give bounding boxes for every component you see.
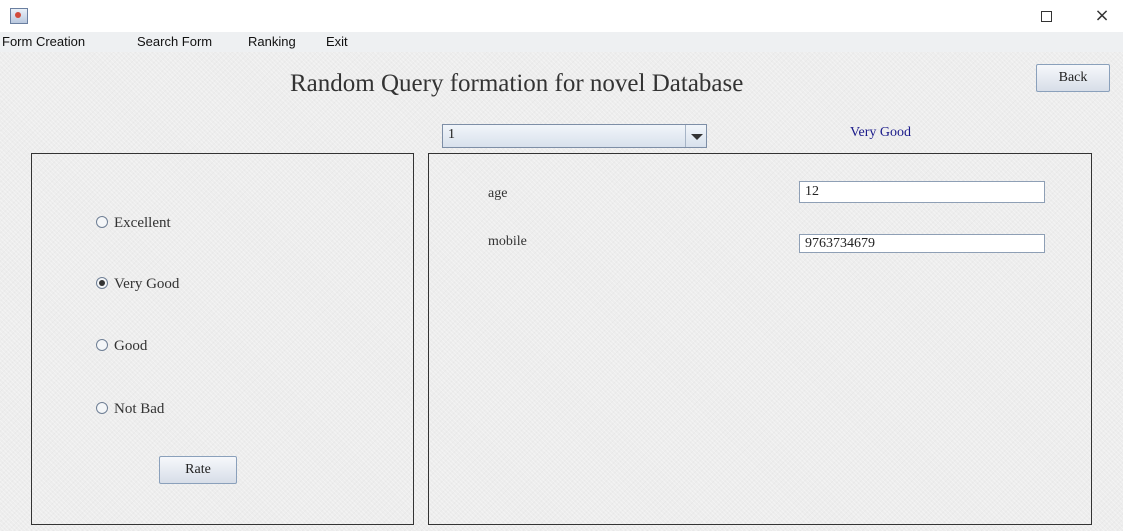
close-icon[interactable]: × bbox=[1091, 6, 1113, 26]
mobile-label: mobile bbox=[488, 234, 527, 249]
page-title: Random Query formation for novel Databas… bbox=[290, 70, 744, 97]
maximize-icon[interactable] bbox=[1035, 6, 1057, 26]
age-field[interactable] bbox=[799, 181, 1045, 203]
age-label: age bbox=[488, 186, 508, 201]
menu-ranking[interactable]: Ranking bbox=[248, 34, 296, 49]
menu-form-creation[interactable]: Form Creation bbox=[2, 34, 85, 49]
menu-search-form[interactable]: Search Form bbox=[137, 34, 212, 49]
radio-label: Good bbox=[114, 338, 148, 354]
title-bar: × bbox=[0, 0, 1123, 33]
radio-excellent[interactable]: Excellent bbox=[96, 215, 171, 232]
menu-bar: Form Creation Search Form Ranking Exit bbox=[0, 32, 1123, 52]
form-panel: age mobile bbox=[428, 153, 1092, 525]
record-select-dropdown[interactable]: 1 bbox=[442, 124, 707, 148]
radio-not-bad[interactable]: Not Bad bbox=[96, 401, 164, 418]
radio-label: Not Bad bbox=[114, 401, 165, 417]
radio-circle-icon[interactable] bbox=[96, 339, 108, 351]
mobile-field[interactable] bbox=[799, 234, 1045, 253]
rate-button[interactable]: Rate bbox=[159, 456, 237, 484]
radio-selected-icon[interactable] bbox=[96, 277, 108, 289]
java-app-icon bbox=[10, 8, 28, 24]
back-button[interactable]: Back bbox=[1036, 64, 1110, 92]
radio-good[interactable]: Good bbox=[96, 338, 147, 355]
current-rating-label: Very Good bbox=[850, 125, 912, 140]
rating-panel: Excellent Very Good Good Not Bad Rate bbox=[31, 153, 414, 525]
dropdown-selected-value: 1 bbox=[448, 127, 455, 142]
radio-circle-icon[interactable] bbox=[96, 402, 108, 414]
content-area: Random Query formation for novel Databas… bbox=[0, 52, 1123, 531]
radio-very-good[interactable]: Very Good bbox=[96, 276, 179, 293]
radio-label: Very Good bbox=[114, 276, 180, 292]
radio-label: Excellent bbox=[114, 215, 171, 231]
radio-circle-icon[interactable] bbox=[96, 216, 108, 228]
chevron-down-icon[interactable] bbox=[685, 125, 706, 147]
menu-exit[interactable]: Exit bbox=[326, 34, 348, 49]
